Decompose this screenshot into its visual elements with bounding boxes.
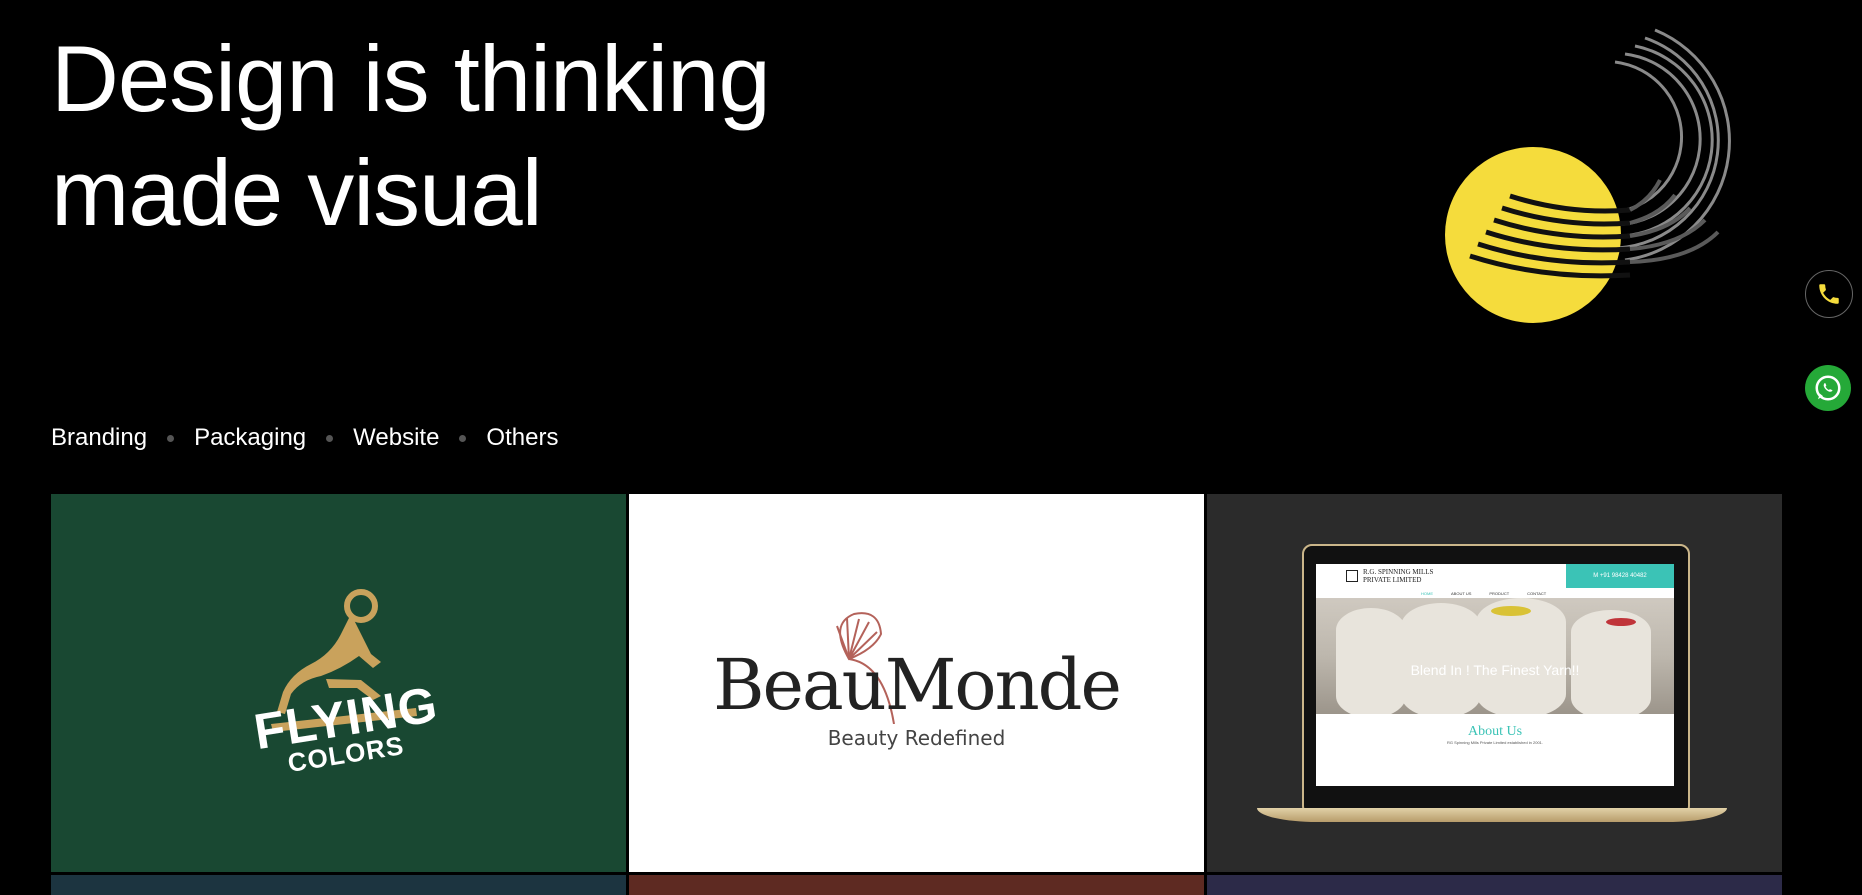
site-hero-image: Blend In ! The Finest Yarn!!: [1316, 598, 1674, 714]
portfolio-card-beau-monde[interactable]: BeauMonde Beauty Redefined: [629, 494, 1204, 872]
site-about-title: About Us: [1467, 724, 1523, 739]
site-nav: HOME ABOUT US PRODUCT CONTACT: [1316, 588, 1674, 598]
beau-monde-tagline: Beauty Redefined: [827, 726, 1006, 750]
portfolio-card-peek[interactable]: [1207, 875, 1782, 895]
whatsapp-button[interactable]: [1805, 365, 1851, 411]
portfolio-card-website[interactable]: R.G. SPINNING MILLS PRIVATE LIMITED M +9…: [1207, 494, 1782, 872]
laptop-base: [1257, 808, 1727, 822]
portfolio-card-peek[interactable]: [51, 875, 626, 895]
site-phone: M +91 98428 40482: [1566, 564, 1674, 588]
filter-separator: [326, 434, 334, 442]
filter-separator: [459, 434, 467, 442]
site-company: R.G. SPINNING MILLS PRIVATE LIMITED: [1363, 568, 1433, 584]
portfolio-card-peek[interactable]: [629, 875, 1204, 895]
site-hero-text: Blend In ! The Finest Yarn!!: [1410, 662, 1580, 678]
filter-packaging[interactable]: Packaging: [194, 424, 306, 452]
laptop-mockup: R.G. SPINNING MILLS PRIVATE LIMITED M +9…: [1257, 544, 1727, 834]
hero-title-line-2: made visual: [51, 140, 543, 245]
call-button[interactable]: [1805, 270, 1853, 318]
site-nav-about: ABOUT US: [1451, 590, 1472, 596]
filter-website[interactable]: Website: [353, 424, 439, 452]
site-about-text: RG Spinning Mills Private Limited establ…: [1446, 740, 1544, 745]
whatsapp-icon: [1815, 375, 1841, 401]
site-nav-home: HOME: [1421, 590, 1433, 596]
portfolio-grid: FLYING COLORS BeauMonde Beauty Redefined…: [51, 494, 1782, 895]
filter-separator: [167, 434, 175, 442]
phone-icon: [1819, 284, 1839, 304]
hero-title: Design is thinking made visual: [51, 22, 771, 250]
filter-others[interactable]: Others: [486, 424, 558, 452]
portfolio-card-flying-colors[interactable]: FLYING COLORS: [51, 494, 626, 872]
hero-title-line-1: Design is thinking: [51, 26, 771, 131]
site-nav-product: PRODUCT: [1489, 590, 1510, 596]
site-header: R.G. SPINNING MILLS PRIVATE LIMITED M +9…: [1316, 564, 1674, 588]
beau-monde-wordmark: BeauMonde: [713, 644, 1122, 726]
portfolio-filters: Branding Packaging Website Others: [51, 424, 558, 452]
site-logo-icon: [1346, 570, 1358, 582]
filter-branding[interactable]: Branding: [51, 424, 147, 452]
decorative-circle-graphic: [1445, 28, 1731, 323]
website-screenshot: R.G. SPINNING MILLS PRIVATE LIMITED M +9…: [1316, 564, 1674, 786]
site-company-name: R.G. SPINNING MILLS: [1363, 568, 1434, 576]
site-company-sub: PRIVATE LIMITED: [1363, 576, 1422, 584]
site-nav-contact: CONTACT: [1527, 590, 1547, 596]
laptop-screen-frame: R.G. SPINNING MILLS PRIVATE LIMITED M +9…: [1302, 544, 1690, 816]
